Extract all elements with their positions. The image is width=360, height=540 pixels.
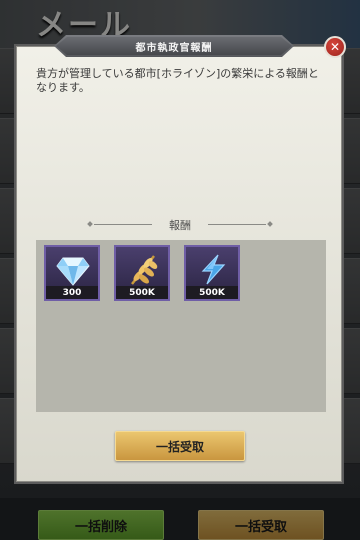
rewards-section-header: 報酬 bbox=[87, 216, 273, 232]
reward-count: 500K bbox=[186, 286, 238, 299]
reward-count: 500K bbox=[116, 286, 168, 299]
dialog-title: 都市執政官報酬 bbox=[135, 42, 213, 54]
divider-line bbox=[208, 224, 266, 225]
claim-all-button[interactable]: 一括受取 bbox=[115, 431, 245, 461]
diamond-icon bbox=[56, 257, 90, 286]
wheat-icon bbox=[131, 255, 158, 285]
reward-item-diamond[interactable]: 300 bbox=[44, 245, 100, 301]
rewards-label: 報酬 bbox=[169, 219, 191, 232]
reward-item-lightning[interactable]: 500K bbox=[184, 245, 240, 301]
close-button[interactable]: ✕ bbox=[324, 36, 346, 58]
reward-item-wheat[interactable]: 500K bbox=[114, 245, 170, 301]
dialog-message: 貴方が管理している都市[ホライゾン]の繁栄による報酬となります。 bbox=[36, 67, 319, 94]
reward-count: 300 bbox=[46, 286, 98, 299]
lightning-icon bbox=[201, 254, 226, 285]
close-icon: ✕ bbox=[329, 40, 341, 54]
